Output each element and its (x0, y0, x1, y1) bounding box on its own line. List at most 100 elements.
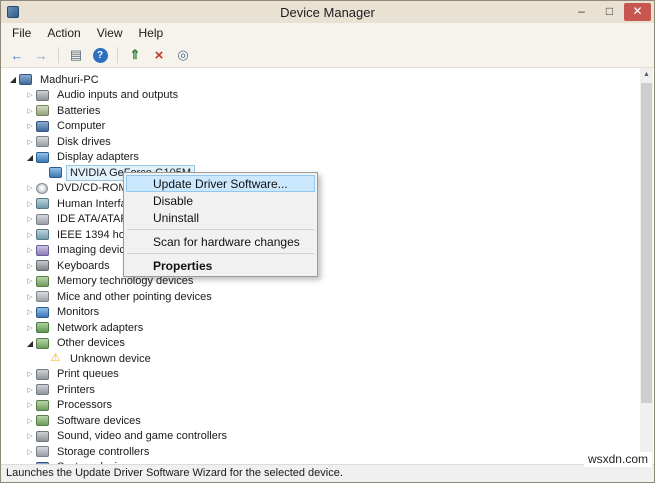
expand-arrow-icon[interactable]: ▷ (24, 184, 36, 192)
expand-arrow-icon[interactable]: ▷ (24, 370, 36, 378)
tree-item-label: Sound, video and game controllers (57, 430, 227, 443)
forward-button[interactable]: → (30, 45, 52, 65)
tree-item-print-queues[interactable]: ▷ Print queues (1, 367, 640, 383)
collapse-arrow-icon[interactable]: ◢ (24, 339, 36, 348)
tree-item-monitors[interactable]: ▷ Monitors (1, 305, 640, 321)
expand-arrow-icon[interactable]: ▷ (24, 277, 36, 285)
tree-item-label: Printers (57, 383, 95, 396)
collapse-arrow-icon[interactable]: ◢ (24, 153, 36, 162)
tree-item-madhuri-pc[interactable]: ◢ Madhuri-PC (1, 72, 640, 88)
maximize-button[interactable]: □ (596, 3, 623, 21)
cd-icon (36, 182, 48, 194)
tree-item-label: Monitors (57, 306, 100, 319)
close-button[interactable]: ✕ (624, 3, 651, 21)
toolbar-separator (117, 47, 118, 63)
scrollbar-thumb[interactable] (641, 83, 652, 403)
toolbar-separator (58, 47, 59, 63)
context-menu-separator (127, 253, 314, 254)
camera-icon (36, 244, 49, 256)
window-title: Device Manager (280, 4, 375, 20)
expand-arrow-icon[interactable]: ▷ (24, 324, 36, 332)
chip-icon (36, 399, 49, 411)
back-icon: ← (10, 47, 24, 63)
context-menu-item-update-driver-software[interactable]: Update Driver Software... (126, 175, 315, 192)
uninstall-device-icon: × (154, 46, 164, 64)
tree-item-label: Display adapters (57, 151, 139, 164)
expand-arrow-icon[interactable]: ▷ (24, 200, 36, 208)
context-menu-item-disable[interactable]: Disable (126, 192, 315, 209)
tree-item-keyboards[interactable]: ▷ Keyboards (1, 258, 640, 274)
tree-item-nvidia-geforce-g105m[interactable]: NVIDIA GeForce G105M (1, 164, 640, 181)
tree-item-label: Computer (57, 120, 106, 133)
expand-arrow-icon[interactable]: ▷ (24, 122, 36, 130)
chip-icon (36, 415, 49, 427)
menu-file[interactable]: File (4, 24, 39, 42)
tree-item-network-adapters[interactable]: ▷ Network adapters (1, 320, 640, 336)
tree-item-other-devices[interactable]: ◢ Other devices (1, 336, 640, 352)
expand-arrow-icon[interactable]: ▷ (24, 417, 36, 425)
tree-item-label: Network adapters (57, 321, 144, 334)
chip-icon (36, 337, 49, 349)
context-menu-item-properties[interactable]: Properties (126, 257, 315, 274)
menu-view[interactable]: View (89, 24, 131, 42)
expand-arrow-icon[interactable]: ▷ (24, 386, 36, 394)
tree-item-processors[interactable]: ▷ Processors (1, 398, 640, 414)
expand-arrow-icon[interactable]: ▷ (24, 138, 36, 146)
tree-item-label: Processors (57, 399, 113, 412)
expand-arrow-icon[interactable]: ▷ (24, 432, 36, 440)
back-button[interactable]: ← (6, 45, 28, 65)
uninstall-device-button[interactable]: × (148, 45, 170, 65)
printer-icon (36, 384, 49, 396)
tree-item-display-adapters[interactable]: ◢ Display adapters (1, 150, 640, 166)
tree-item-printers[interactable]: ▷ Printers (1, 382, 640, 398)
tree-item-unknown-device[interactable]: ⚠ Unknown device (1, 351, 640, 367)
tree-item-dvd-cd-rom-drives[interactable]: ▷ DVD/CD-ROM drives (1, 181, 640, 197)
help-button[interactable]: ? (89, 45, 111, 65)
tree-item-software-devices[interactable]: ▷ Software devices (1, 413, 640, 429)
update-driver-button[interactable]: ⇑ (124, 45, 146, 65)
expand-arrow-icon[interactable]: ▷ (24, 91, 36, 99)
expand-arrow-icon[interactable]: ▷ (24, 401, 36, 409)
tree-item-batteries[interactable]: ▷ Batteries (1, 103, 640, 119)
tree-item-computer[interactable]: ▷ Computer (1, 119, 640, 135)
expand-arrow-icon[interactable]: ▷ (24, 107, 36, 115)
tree-item-ieee-1394-host-controllers[interactable]: ▷IEEE 1394 host controllers (1, 227, 640, 243)
expand-arrow-icon[interactable]: ▷ (24, 262, 36, 270)
tree-item-storage-controllers[interactable]: ▷ Storage controllers (1, 444, 640, 460)
menu-help[interactable]: Help (131, 24, 172, 42)
menu-action[interactable]: Action (39, 24, 88, 42)
context-menu-item-uninstall[interactable]: Uninstall (126, 209, 315, 226)
device-manager-app-icon (7, 6, 19, 18)
expand-arrow-icon[interactable]: ▷ (24, 293, 36, 301)
display-icon (49, 167, 62, 179)
context-menu-item-scan-for-hardware-changes[interactable]: Scan for hardware changes (126, 233, 315, 250)
tree-item-ide-ata-atapi-controllers[interactable]: ▷ IDE ATA/ATAPI controllers (1, 212, 640, 228)
context-menu: Update Driver Software... Disable Uninstal… (123, 172, 318, 277)
tree-item-memory-technology-devices[interactable]: ▷ Memory technology devices (1, 274, 640, 290)
tree-item-audio-inputs-and-outputs[interactable]: ▷ Audio inputs and outputs (1, 88, 640, 104)
tree-item-mice-and-other-pointing-devices[interactable]: ▷ Mice and other pointing devices (1, 289, 640, 305)
expand-arrow-icon[interactable]: ▷ (24, 448, 36, 456)
tree-item-human-interface-devices[interactable]: ▷ Human Interface Devices (1, 196, 640, 212)
tree-item-label: Batteries (57, 104, 101, 117)
computer-icon (36, 120, 49, 132)
warning-icon: ⚠ (50, 352, 61, 365)
scroll-up-icon[interactable]: ▲ (640, 68, 653, 82)
expand-arrow-icon[interactable]: ▷ (24, 246, 36, 254)
tree-item-disk-drives[interactable]: ▷ Disk drives (1, 134, 640, 150)
tree-item-imaging-devices[interactable]: ▷ Imaging devices (1, 243, 640, 259)
expand-arrow-icon[interactable]: ▷ (24, 231, 36, 239)
minimize-button[interactable]: – (568, 3, 595, 21)
export-list-button[interactable]: ▤ (65, 45, 87, 65)
collapse-arrow-icon[interactable]: ◢ (7, 75, 19, 84)
expand-arrow-icon[interactable]: ▷ (24, 308, 36, 316)
tree-item-sound-video-and-game-controllers[interactable]: ▷ Sound, video and game controllers (1, 429, 640, 445)
speaker-icon (36, 89, 49, 101)
scan-hardware-button[interactable]: ◎ (172, 45, 194, 65)
expand-arrow-icon[interactable]: ▷ (24, 215, 36, 223)
mouse-icon (36, 291, 49, 303)
keyboard-icon (36, 260, 49, 272)
vertical-scrollbar[interactable]: ▲ ▼ (640, 68, 653, 463)
forward-icon: → (34, 47, 48, 63)
battery-icon (36, 105, 49, 117)
